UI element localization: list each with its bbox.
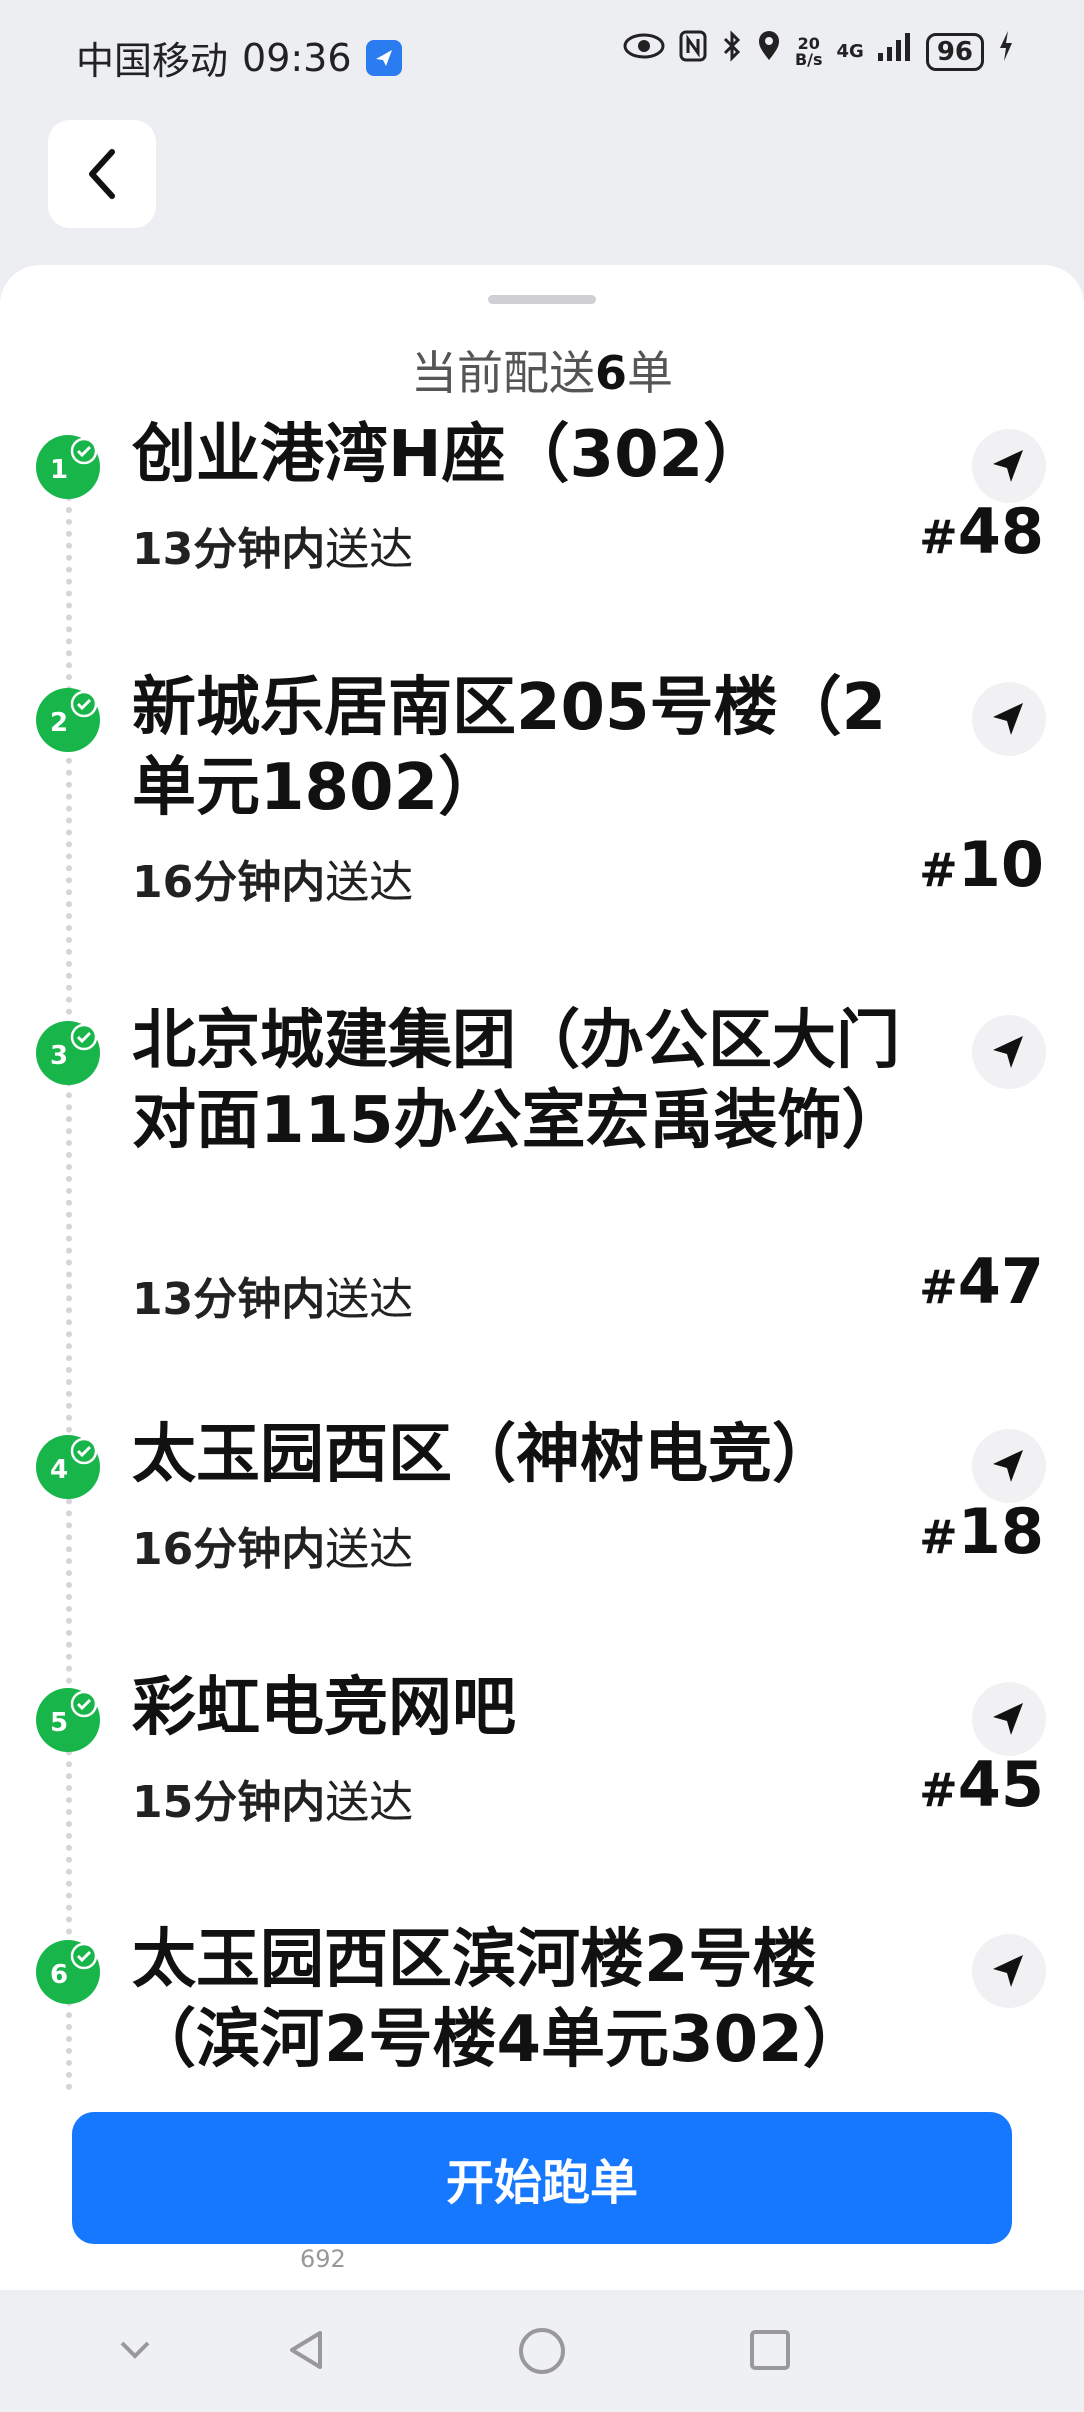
navigation-arrow-icon [993, 1450, 1023, 1482]
order-number-value: 47 [957, 1245, 1044, 1318]
order-index: 6 [50, 1960, 69, 1990]
order-number: #18 [919, 1495, 1044, 1568]
bluetooth-icon [721, 30, 743, 73]
back-triangle-icon[interactable] [282, 2325, 332, 2379]
hash-symbol: # [919, 1260, 958, 1314]
battery-indicator: 96 [925, 32, 984, 71]
system-nav-bar [0, 2295, 1084, 2412]
order-eta: 13分钟内送达 [132, 1263, 413, 1327]
order-number-value: 18 [957, 1495, 1044, 1568]
order-eta: 16分钟内送达 [132, 846, 413, 910]
eta-minutes: 16分钟内 [132, 857, 326, 908]
home-circle-icon[interactable] [516, 2325, 568, 2381]
order-address: 创业港湾H座（302） [132, 418, 768, 492]
eta-suffix: 送达 [325, 1777, 414, 1828]
order-index: 4 [50, 1455, 69, 1485]
eta-minutes: 15分钟内 [132, 1777, 326, 1828]
order-number: #48 [919, 495, 1044, 568]
status-bar: 中国移动 09:36 20 B/s 4G 96 [0, 0, 1084, 110]
order-number: #47 [919, 1245, 1044, 1318]
order-index-badge: 6 [36, 1940, 100, 2004]
chevron-down-icon[interactable] [110, 2325, 160, 2379]
eta-suffix: 送达 [325, 1524, 414, 1575]
start-button-area: 开始跑单 [0, 2090, 1084, 2290]
order-index: 1 [50, 455, 69, 485]
app-notification-icon [365, 39, 402, 76]
order-address: 新城乐居南区205号楼（2单元1802） [132, 671, 887, 825]
navigation-arrow-icon [993, 1703, 1023, 1735]
check-icon [70, 1942, 98, 1970]
navigate-button[interactable] [972, 682, 1046, 756]
charging-icon [998, 31, 1014, 72]
chevron-left-icon [89, 149, 115, 199]
order-index-badge: 3 [36, 1021, 100, 1085]
delivery-sheet: 当前配送6单 1 创业港湾H座（302） 13分钟内送达 #48 2 新城乐居南… [0, 265, 1084, 2095]
drag-handle[interactable] [488, 295, 596, 304]
title-suffix: 单 [627, 346, 673, 400]
check-icon [70, 437, 98, 465]
sheet-title: 当前配送6单 [0, 337, 1084, 403]
location-icon [757, 30, 781, 73]
hash-symbol: # [919, 1510, 958, 1564]
order-number: #45 [919, 1748, 1044, 1821]
signal-icon [877, 32, 912, 72]
navigate-button[interactable] [972, 429, 1046, 503]
net-speed-unit: B/s [794, 49, 823, 69]
check-icon [70, 1690, 98, 1718]
check-icon [70, 1023, 98, 1051]
navigation-arrow-icon [993, 450, 1023, 482]
eta-suffix: 送达 [325, 857, 414, 908]
network-type: 4G [836, 41, 864, 62]
navigation-arrow-icon [993, 1955, 1023, 1987]
order-number-value: 45 [957, 1748, 1044, 1821]
order-address: 太玉园西区（神树电竞） [132, 1418, 836, 1492]
check-icon [70, 690, 98, 718]
eta-suffix: 送达 [325, 1274, 414, 1325]
navigate-button[interactable] [972, 1429, 1046, 1503]
back-button[interactable] [48, 120, 156, 228]
status-left: 中国移动 09:36 [76, 30, 402, 85]
order-number-value: 48 [957, 495, 1044, 568]
order-address: 北京城建集团（办公区大门对面115办公室宏禹装饰） [132, 1004, 906, 1158]
eta-suffix: 送达 [325, 524, 414, 575]
order-index-badge: 1 [36, 435, 100, 499]
order-index-badge: 4 [36, 1435, 100, 1499]
order-eta: 13分钟内送达 [132, 513, 413, 577]
order-index-badge: 2 [36, 688, 100, 752]
carrier-name: 中国移动 [76, 39, 229, 83]
net-speed: 20 B/s [794, 35, 823, 69]
status-right: 20 B/s 4G 96 [623, 30, 1014, 73]
navigation-arrow-icon [993, 703, 1023, 735]
nfc-icon [679, 30, 707, 73]
faded-number: 692 [300, 2245, 346, 2273]
start-run-button[interactable]: 开始跑单 [72, 2112, 1012, 2244]
hash-symbol: # [919, 510, 958, 564]
order-address: 太玉园西区滨河楼2号楼（滨河2号楼4单元302） [132, 1923, 867, 2077]
order-index: 5 [50, 1708, 69, 1738]
order-index: 3 [50, 1041, 69, 1071]
navigate-button[interactable] [972, 1934, 1046, 2008]
hash-symbol: # [919, 1763, 958, 1817]
eta-minutes: 13分钟内 [132, 1274, 326, 1325]
eta-minutes: 16分钟内 [132, 1524, 326, 1575]
navigation-arrow-icon [993, 1036, 1023, 1068]
hash-symbol: # [919, 843, 958, 897]
order-index: 2 [50, 708, 69, 738]
recent-apps-icon[interactable] [745, 2325, 795, 2379]
title-prefix: 当前配送 [410, 346, 595, 400]
navigate-button[interactable] [972, 1682, 1046, 1756]
order-number: #10 [919, 828, 1044, 901]
navigate-button[interactable] [972, 1015, 1046, 1089]
eta-minutes: 13分钟内 [132, 524, 326, 575]
order-eta: 15分钟内送达 [132, 1766, 413, 1830]
order-eta: 16分钟内送达 [132, 1513, 413, 1577]
clock: 09:36 [242, 35, 352, 80]
order-count: 6 [594, 346, 627, 400]
eye-icon [623, 31, 665, 72]
order-address: 彩虹电竞网吧 [132, 1671, 516, 1745]
order-number-value: 10 [957, 828, 1044, 901]
check-icon [70, 1437, 98, 1465]
order-index-badge: 5 [36, 1688, 100, 1752]
